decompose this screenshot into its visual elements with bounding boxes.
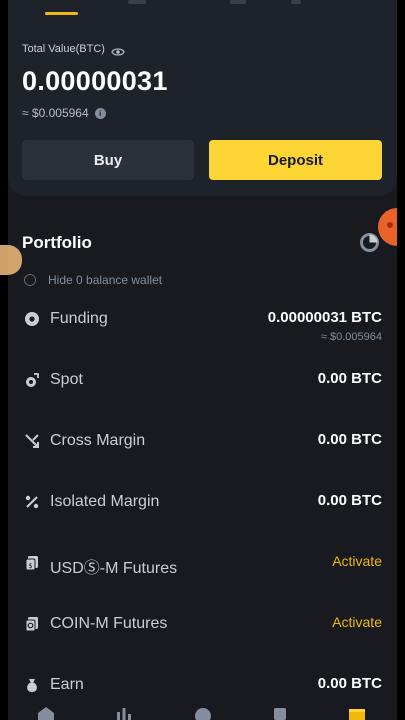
active-tab-indicator [45, 12, 78, 15]
account-name: Cross Margin [50, 432, 146, 449]
account-row-usds-futures[interactable]: $ USDⓈ-M Futures Activate [22, 553, 382, 595]
wallets-icon[interactable] [347, 706, 367, 720]
hide-zero-checkbox[interactable] [24, 274, 36, 286]
pie-chart-icon[interactable] [360, 233, 379, 252]
account-value: 0.00 BTC [317, 431, 382, 448]
tab-label-faded[interactable] [230, 0, 246, 4]
account-row-cross-margin[interactable]: Cross Margin 0.00 BTC [22, 431, 382, 473]
coin-futures-icon [24, 616, 40, 632]
total-value-row: Total Value(BTC) [22, 43, 125, 56]
floating-bubble-dot [387, 222, 393, 228]
earn-icon [24, 677, 40, 693]
account-name: Isolated Margin [50, 493, 160, 510]
eye-icon[interactable] [111, 44, 125, 56]
account-name: Funding [50, 310, 108, 327]
account-name: Earn [50, 676, 84, 693]
hide-zero-balance-row[interactable]: Hide 0 balance wallet [24, 273, 162, 287]
bottom-navigation [8, 704, 397, 720]
activate-link[interactable]: Activate [332, 553, 382, 569]
account-name: COIN-M Futures [50, 615, 168, 632]
usd-equivalent: ≈ $0.005964 [22, 106, 89, 120]
account-value: 0.00 BTC [317, 370, 382, 387]
usds-futures-icon: $ [24, 555, 40, 571]
total-value-label: Total Value(BTC) [22, 43, 105, 55]
trade-icon[interactable] [193, 706, 213, 720]
account-row-isolated-margin[interactable]: Isolated Margin 0.00 BTC [22, 492, 382, 534]
account-value: 0.00 BTC [317, 675, 382, 692]
account-usd-value: ≈ $0.005964 [320, 331, 382, 343]
account-name: Spot [50, 371, 83, 388]
usd-value-row: ≈ $0.005964 i [22, 106, 106, 120]
portfolio-title: Portfolio [22, 233, 92, 252]
wallet-screen: Total Value(BTC) 0.00000031 ≈ $0.005964 … [8, 0, 397, 720]
account-name: USDⓈ-M Futures [50, 560, 178, 577]
cross-margin-icon [24, 433, 40, 449]
deposit-button[interactable]: Deposit [209, 140, 382, 180]
account-row-spot[interactable]: Spot 0.00 BTC [22, 370, 382, 412]
account-row-coin-futures[interactable]: COIN-M Futures Activate [22, 614, 382, 656]
spot-icon [24, 372, 40, 388]
funding-icon [24, 311, 40, 327]
account-value: 0.00 BTC [317, 492, 382, 509]
home-icon[interactable] [36, 706, 56, 720]
overview-card: Total Value(BTC) 0.00000031 ≈ $0.005964 … [8, 0, 397, 196]
tab-label-faded[interactable] [291, 0, 301, 4]
account-row-funding[interactable]: Funding 0.00000031 BTC ≈ $0.005964 [22, 309, 382, 351]
activate-link[interactable]: Activate [332, 614, 382, 630]
account-value: 0.00000031 BTC [267, 309, 382, 326]
buy-button[interactable]: Buy [22, 140, 194, 180]
info-icon[interactable]: i [94, 107, 106, 119]
markets-icon[interactable] [114, 706, 134, 720]
hide-zero-label: Hide 0 balance wallet [48, 273, 163, 287]
tab-label-faded[interactable] [128, 0, 146, 4]
isolated-margin-icon [24, 494, 40, 510]
svg-text:$: $ [28, 562, 32, 570]
btc-balance: 0.00000031 [22, 66, 168, 96]
futures-icon[interactable] [270, 706, 290, 720]
